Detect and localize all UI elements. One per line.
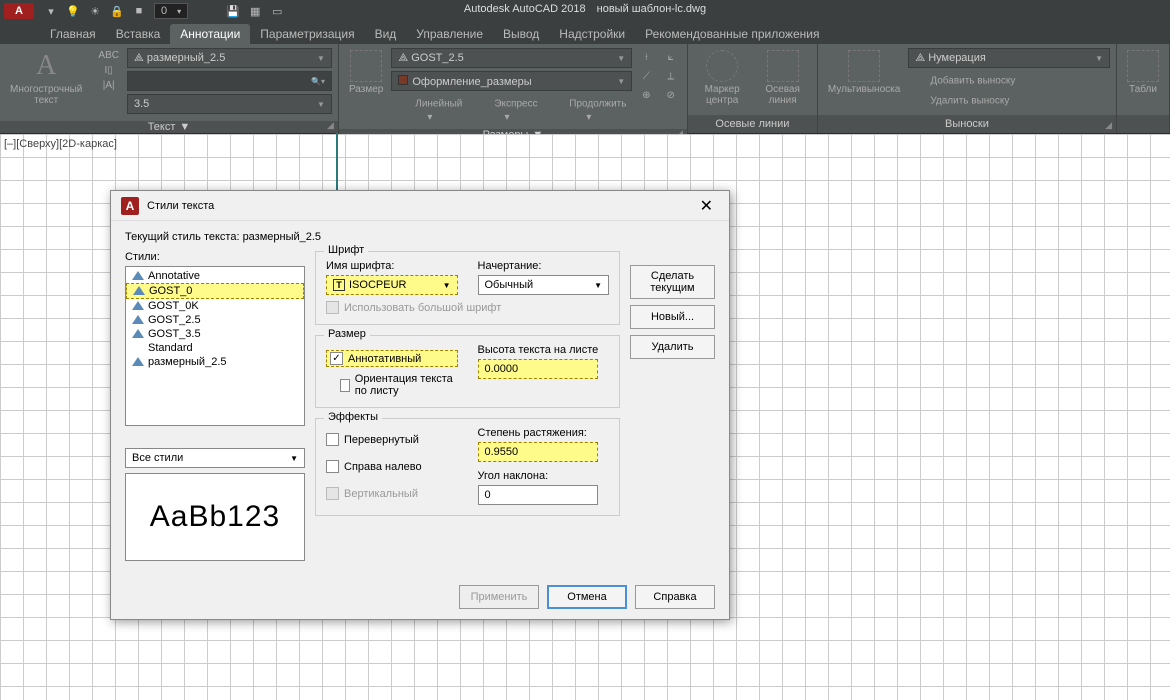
new-button[interactable]: Новый... — [630, 305, 715, 329]
qat-spin[interactable]: 0▾ — [154, 3, 188, 19]
ribbon-tabs: ГлавнаяВставкаАннотацииПараметризацияВид… — [0, 22, 1170, 44]
panel-text-label[interactable]: Текст ▼◢ — [0, 121, 338, 133]
ribbon: AМногострочный текст ABC I▯ |A| ⟁ размер… — [0, 44, 1170, 134]
width-label: Степень растяжения: — [478, 427, 610, 439]
delete-button[interactable]: Удалить — [630, 335, 715, 359]
angle-label: Угол наклона: — [478, 470, 610, 482]
styles-listbox[interactable]: AnnotativeGOST_0GOST_0KGOST_2.5GOST_3.5S… — [125, 266, 305, 426]
dim-icon1[interactable]: ⟊ — [638, 50, 654, 65]
upside-checkbox[interactable]: Перевернутый — [326, 433, 458, 446]
style-item[interactable]: GOST_0 — [126, 283, 304, 299]
dimension-button[interactable]: Размер — [345, 48, 387, 97]
dim-icon2[interactable]: ⟋ — [638, 69, 654, 84]
mleader-button[interactable]: Мультивыноска — [824, 48, 904, 97]
bulb-icon[interactable]: 💡 — [65, 3, 81, 19]
find-drop[interactable]: 🔍▾ — [127, 71, 332, 91]
tab-управление[interactable]: Управление — [406, 24, 493, 44]
continue-btn[interactable]: Продолжить ▾ — [546, 94, 633, 125]
dim-layer-drop[interactable]: Оформление_размеры▼ — [391, 71, 632, 91]
app-logo[interactable]: A — [4, 3, 34, 19]
tab-главная[interactable]: Главная — [40, 24, 106, 44]
style-item[interactable]: Standard — [126, 341, 304, 355]
style-item[interactable]: Annotative — [126, 269, 304, 283]
style-item[interactable]: GOST_2.5 — [126, 313, 304, 327]
font-name-drop[interactable]: TISOCPEUR▼ — [326, 275, 458, 295]
cancel-button[interactable]: Отмена — [547, 585, 627, 609]
panel-table-label — [1117, 115, 1169, 133]
current-style-label: Текущий стиль текста: размерный_2.5 — [125, 231, 715, 243]
style-preview: AaBb123 — [125, 473, 305, 561]
add-leader-btn[interactable]: Добавить выноску — [908, 71, 1110, 91]
apply-button[interactable]: Применить — [459, 585, 539, 609]
help-button[interactable]: Справка — [635, 585, 715, 609]
panel-axis-label: Осевые линии — [688, 115, 817, 133]
font-name-label: Имя шрифта: — [326, 260, 458, 272]
leader-style-drop[interactable]: ⟁ Нумерация▼ — [908, 48, 1110, 68]
text-icon2[interactable]: I▯ — [94, 63, 123, 78]
text-style-dialog: A Стили текста ✕ Текущий стиль текста: р… — [110, 190, 730, 620]
tab-надстройки[interactable]: Надстройки — [549, 24, 635, 44]
height-label: Высота текста на листе — [478, 344, 610, 356]
dim-style-drop[interactable]: ⟁ GOST_2.5▼ — [391, 48, 632, 68]
rtl-checkbox[interactable]: Справа налево — [326, 460, 458, 473]
styles-heading: Стили: — [125, 251, 305, 263]
dim-icon4[interactable]: ⟀ — [663, 50, 679, 65]
text-icon3[interactable]: |A| — [94, 78, 123, 93]
tab-вид[interactable]: Вид — [365, 24, 407, 44]
tab-параметризация[interactable]: Параметризация — [250, 24, 364, 44]
vertical-checkbox: Вертикальный — [326, 487, 458, 500]
mtext-button[interactable]: AМногострочный текст — [6, 48, 86, 108]
sun-icon[interactable]: ☀ — [87, 3, 103, 19]
dim-icon6[interactable]: ⊘ — [663, 88, 679, 103]
viewport-controls[interactable]: [–][Сверху][2D-каркас] — [4, 138, 117, 150]
style-filter-drop[interactable]: Все стили▼ — [125, 448, 305, 468]
misc-icon[interactable]: ▭ — [269, 3, 285, 19]
size-group-label: Размер — [324, 328, 370, 340]
linear-btn[interactable]: Линейный ▾ — [391, 94, 468, 125]
qat-sep — [195, 3, 219, 19]
font-style-drop[interactable]: Обычный▼ — [478, 275, 610, 295]
tab-вывод[interactable]: Вывод — [493, 24, 549, 44]
close-icon[interactable]: ✕ — [694, 196, 719, 216]
annotative-checkbox[interactable]: ✓Аннотативный — [326, 350, 458, 367]
orient-checkbox[interactable]: Ориентация текста по листу — [340, 373, 458, 397]
dialog-title: Стили текста — [147, 200, 214, 212]
tab-вставка[interactable]: Вставка — [106, 24, 171, 44]
lock-icon[interactable]: 🔒 — [109, 3, 125, 19]
set-current-button[interactable]: Сделать текущим — [630, 265, 715, 299]
tab-аннотации[interactable]: Аннотации — [170, 24, 250, 44]
style-item[interactable]: GOST_3.5 — [126, 327, 304, 341]
height-drop[interactable]: 3.5▼ — [127, 94, 332, 114]
panel-leader-label[interactable]: Выноски◢ — [818, 115, 1116, 133]
effects-group-label: Эффекты — [324, 411, 382, 423]
grid-icon[interactable]: ▦ — [247, 3, 263, 19]
width-input[interactable]: 0.9550 — [478, 442, 598, 462]
tab-рекомендованные приложения[interactable]: Рекомендованные приложения — [635, 24, 829, 44]
center-line-button[interactable]: Осевая линия — [754, 48, 811, 108]
font-group-label: Шрифт — [324, 244, 368, 256]
font-style-label: Начертание: — [478, 260, 610, 272]
express-btn[interactable]: Экспресс ▾ — [470, 94, 543, 125]
dialog-logo-icon: A — [121, 197, 139, 215]
text-style-drop[interactable]: ⟁ размерный_2.5▼ — [127, 48, 332, 68]
square-icon[interactable]: ■ — [131, 3, 147, 19]
height-input[interactable]: 0.0000 — [478, 359, 598, 379]
save-icon[interactable]: 💾 — [225, 3, 241, 19]
center-mark-button[interactable]: Маркер центра — [694, 48, 751, 108]
abc-icon[interactable]: ABC — [94, 48, 123, 63]
style-item[interactable]: размерный_2.5 — [126, 355, 304, 369]
qat-icon[interactable]: ▾ — [43, 3, 59, 19]
bigfont-checkbox: Использовать большой шрифт — [326, 301, 609, 314]
dim-icon3[interactable]: ⊕ — [638, 88, 654, 103]
angle-input[interactable]: 0 — [478, 485, 598, 505]
dim-icon5[interactable]: ⟂ — [663, 69, 679, 84]
table-button[interactable]: Табли — [1123, 48, 1163, 97]
style-item[interactable]: GOST_0K — [126, 299, 304, 313]
remove-leader-btn[interactable]: Удалить выноску — [908, 91, 1110, 111]
